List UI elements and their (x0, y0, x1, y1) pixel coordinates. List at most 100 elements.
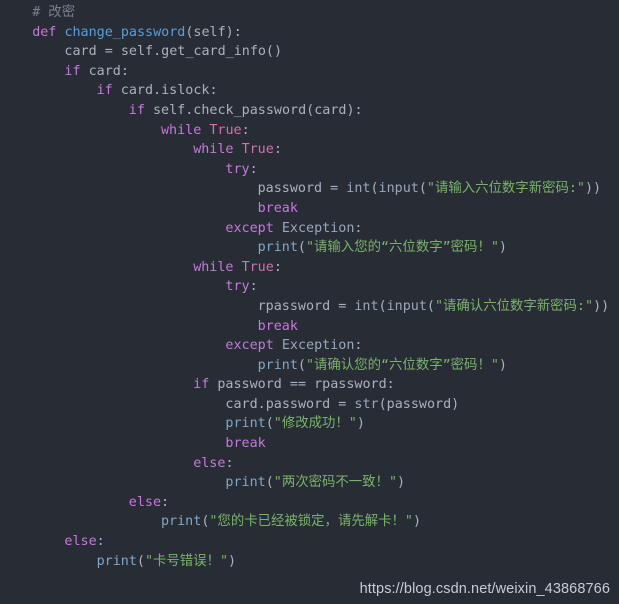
code-token-kw2: break (257, 200, 298, 216)
code-token-keyword: def (32, 24, 57, 40)
code-token-const: True (241, 142, 274, 158)
code-line: try: (0, 160, 619, 180)
code-token-print: print (161, 514, 202, 530)
code-line: if password == rpassword: (0, 375, 619, 395)
code-token-string: "两次密码不一致！" (273, 475, 398, 491)
code-token-kw2: break (257, 318, 298, 334)
code-token-keyword: except (225, 220, 274, 236)
code-token-plain: ( (136, 553, 145, 569)
code-token-builtin: int (354, 298, 379, 314)
code-line: print("两次密码不一致！") (0, 473, 619, 493)
code-line: # 改密 (0, 3, 619, 23)
code-token-keyword: else (64, 534, 97, 550)
code-line: else: (0, 454, 619, 474)
code-block[interactable]: # 改密 def change_password(self): card = sel… (0, 0, 619, 571)
code-token-string: "修改成功！" (273, 416, 357, 432)
code-token-keyword: except (225, 338, 274, 354)
code-token-plain: : (273, 142, 282, 158)
code-line: card.password = str(password) (0, 395, 619, 415)
code-line: except Exception: (0, 336, 619, 356)
code-line: try: (0, 277, 619, 297)
code-token-plain: ) (412, 514, 422, 530)
code-line: print("修改成功！") (0, 414, 619, 434)
code-line: if self.check_password(card): (0, 101, 619, 121)
watermark-url: https://blog.csdn.net/weixin_43868766 (359, 581, 610, 597)
code-token-plain: (self): (185, 24, 242, 40)
code-token-const: True (241, 259, 274, 275)
code-token-builtin: int (346, 181, 371, 197)
code-token-keyword: try (225, 161, 250, 177)
code-token-plain: ) (498, 357, 507, 373)
code-token-keyword: while (193, 142, 234, 158)
code-token-print: print (257, 357, 298, 373)
code-token-plain: : (249, 279, 258, 295)
code-token-keyword: while (161, 122, 202, 138)
code-token-plain: ( (370, 181, 379, 197)
code-token-plain: : (241, 122, 250, 138)
code-token-print: print (96, 553, 137, 569)
code-token-string: "请确认您的“六位数字”密码！" (305, 357, 499, 373)
code-token-string: "卡号错误！" (144, 553, 229, 569)
code-line: password = int(input("请输入六位数字新密码:")) (0, 179, 619, 199)
code-line: while True: (0, 121, 619, 141)
code-token-string: "请输入您的“六位数字”密码！" (305, 240, 499, 256)
code-token-builtin: Exception (281, 338, 355, 354)
code-line: if card.islock: (0, 81, 619, 101)
code-line: def change_password(self): (0, 23, 619, 43)
code-token-kw2: break (225, 436, 266, 452)
code-token-plain: : (354, 220, 363, 236)
code-token-comment: # 改密 (32, 5, 76, 20)
code-token-builtin: str (354, 396, 379, 412)
code-line: else: (0, 493, 619, 513)
code-token-keyword: if (193, 377, 210, 393)
code-token-print: print (257, 240, 298, 256)
code-token-plain: card: (80, 63, 129, 79)
code-token-plain: ( (297, 240, 306, 256)
code-line: print("请输入您的“六位数字”密码！") (0, 238, 619, 258)
code-token-keyword: if (128, 102, 145, 118)
code-token-builtin: input (386, 298, 427, 314)
code-token-plain: ( (418, 181, 427, 197)
code-token-plain: (password) (378, 396, 460, 412)
code-token-plain: ( (426, 298, 435, 314)
code-token-builtin: Exception (281, 220, 355, 236)
code-token-keyword: else (128, 494, 162, 510)
code-line: rpassword = int(input("请确认六位数字新密码:")) (0, 297, 619, 317)
code-line: print("您的卡已经被锁定，请先解卡！") (0, 512, 619, 532)
code-token-plain: : (225, 455, 234, 471)
code-token-plain: card.password = (225, 396, 355, 412)
code-line: card = self.get_card_info() (0, 42, 619, 62)
code-line: else: (0, 532, 619, 552)
code-token-string: "您的卡已经被锁定，请先解卡！" (209, 514, 413, 530)
code-token-keyword: while (193, 259, 234, 275)
code-line: if card: (0, 62, 619, 82)
code-line: print("请确认您的“六位数字”密码！") (0, 356, 619, 376)
code-token-keyword: else (193, 455, 226, 471)
code-token-plain: : (354, 338, 363, 354)
code-line: while True: (0, 140, 619, 160)
code-token-plain: )) (585, 181, 602, 197)
code-token-keyword: try (225, 279, 250, 295)
code-token-plain: ) (356, 416, 365, 432)
code-line: break (0, 317, 619, 337)
code-screenshot: # 改密 def change_password(self): card = sel… (0, 0, 619, 604)
code-token-plain: password == rpassword: (209, 377, 395, 393)
code-token-const: True (209, 122, 242, 138)
code-token-plain: : (249, 161, 258, 177)
code-token-plain: )) (593, 298, 610, 314)
code-token-plain: self.check_password(card): (144, 102, 363, 118)
code-token-plain: password = (257, 181, 347, 197)
code-token-plain: card.islock: (112, 83, 218, 99)
code-token-plain: ( (265, 475, 274, 491)
code-token-plain: : (96, 534, 105, 550)
code-token-string: "请输入六位数字新密码:" (426, 181, 585, 197)
code-token-print: print (225, 416, 266, 432)
code-token-plain: ) (228, 553, 237, 569)
code-token-plain: : (273, 259, 282, 275)
code-line: print("卡号错误！") (0, 552, 619, 572)
code-line: break (0, 434, 619, 454)
code-token-builtin: input (378, 181, 419, 197)
